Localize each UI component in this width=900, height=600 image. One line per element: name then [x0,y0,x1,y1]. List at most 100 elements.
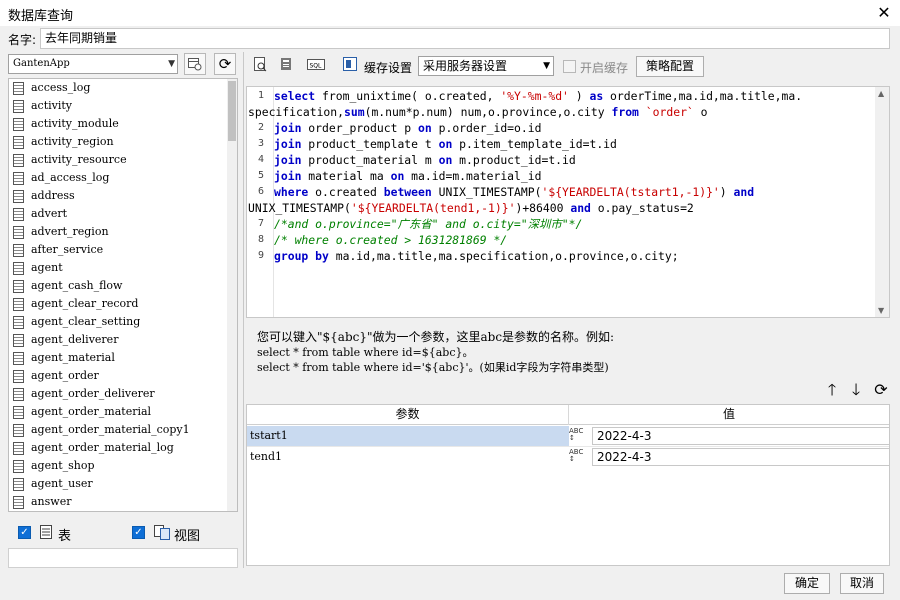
table-icon [13,333,24,347]
table-icon [13,243,24,257]
table-icon [13,459,24,473]
table-icon [13,297,24,311]
table-icon [13,369,24,383]
table-icon [13,135,24,149]
table-icon [13,189,24,203]
table-list-item[interactable]: activity_region [9,133,227,151]
close-icon[interactable]: ✕ [870,0,898,26]
table-name: agent_deliverer [31,333,119,346]
table-name: agent_order [31,369,99,382]
table-list-item[interactable]: after_service [9,241,227,259]
table-list-item[interactable]: activity [9,97,227,115]
database-select[interactable]: GantenApp ▼ [8,54,178,74]
enable-cache-checkbox[interactable] [563,60,576,73]
param-row[interactable]: tstart1 ABC ↕ 2022-4-3 [247,426,890,446]
format-sql-icon[interactable] [276,56,296,76]
show-tables-checkbox[interactable]: ✓ [18,526,31,539]
cache-mode-select[interactable]: 采用服务器设置 ▼ [418,56,554,76]
table-list-item[interactable]: agent_order_material [9,403,227,421]
param-hint-line2: select * from table where id=${abc}。 [257,346,474,359]
filter-tables-button[interactable] [184,53,206,75]
table-name: activity_module [31,117,119,130]
table-list-item[interactable]: advert_region [9,223,227,241]
table-list-item[interactable]: activity_resource [9,151,227,169]
table-icon [13,315,24,329]
view-icon [153,523,171,541]
enable-cache-label: 开启缓存 [580,61,629,75]
table-filter-icon [188,58,202,71]
table-icon [13,477,24,491]
check-sql-icon[interactable] [250,56,270,76]
cache-settings-icon[interactable] [340,56,360,76]
refresh-params-icon[interactable]: ⟳ [871,380,891,400]
show-views-checkbox[interactable]: ✓ [132,526,145,539]
table-list-item[interactable]: agent_order [9,367,227,385]
table-list-item[interactable]: agent_order_deliverer [9,385,227,403]
param-name: tstart1 [247,426,569,446]
table-list-item[interactable]: agent_cash_flow [9,277,227,295]
table-list-item[interactable]: agent_clear_record [9,295,227,313]
move-down-icon[interactable]: 🡓 [846,380,866,400]
table-name: advert [31,207,68,220]
table-icon [13,495,24,509]
table-list-item[interactable]: answer [9,493,227,511]
table-list-item[interactable]: agent [9,259,227,277]
table-name: advert_region [31,225,109,238]
table-list-item[interactable]: agent_deliverer [9,331,227,349]
param-value-header[interactable]: 值 [569,405,889,425]
param-value-input[interactable]: 2022-4-3 [592,448,890,466]
param-row[interactable]: tend1 ABC ↕ 2022-4-3 [247,446,890,466]
param-name: tend1 [250,450,283,463]
table-icon [13,441,24,455]
table-search-input[interactable] [8,548,238,568]
table-icon [13,351,24,365]
table-icon [13,153,24,167]
table-name: agent [31,261,63,274]
cancel-button[interactable]: 取消 [840,573,884,594]
table-list-item[interactable]: access_log [9,79,227,97]
params-grid: 参数 值 tstart1 ABC ↕ 2022-4-3 tend1 ABC ↕ 20… [246,404,890,566]
type-abc-icon[interactable]: ABC ↕ [569,449,589,465]
table-icon [13,99,24,113]
table-name: activity_resource [31,153,127,166]
param-value-input[interactable]: 2022-4-3 [592,427,890,445]
table-list-item[interactable]: activity_module [9,115,227,133]
move-up-icon[interactable]: 🡑 [822,380,842,400]
table-list-item[interactable]: agent_material [9,349,227,367]
table-list-item[interactable]: advert [9,205,227,223]
table-list-item[interactable]: agent_clear_setting [9,313,227,331]
table-list-item[interactable]: agent_order_material_copy1 [9,421,227,439]
table-icon [13,81,24,95]
sql-editor[interactable]: 1 select from_unixtime( o.created, '%Y-%… [246,86,890,318]
table-list: access_log activity activity_moduleactivit… [9,79,227,511]
param-name-header[interactable]: 参数 [247,405,569,425]
window-title: 数据库查询 [8,9,74,24]
table-name: agent_cash_flow [31,279,123,292]
table-name: address [31,189,75,202]
ok-button[interactable]: 确定 [784,573,830,594]
table-icon [13,387,24,401]
sql-icon[interactable]: SQL [306,56,326,76]
refresh-tables-button[interactable]: ⟳ [214,53,236,75]
scrollbar-thumb[interactable] [228,81,236,141]
table-list-item[interactable]: agent_order_material_log [9,439,227,457]
table-icon [39,524,53,540]
database-select-value: GantenApp [13,58,70,69]
svg-text:SQL: SQL [310,63,323,70]
table-list-item[interactable]: agent_shop [9,457,227,475]
table-name: activity [31,99,73,112]
splitter[interactable] [243,52,244,568]
table-list-item[interactable]: ad_access_log [9,169,227,187]
table-icon [13,117,24,131]
table-list-item[interactable]: address [9,187,227,205]
editor-scrollbar[interactable]: ▲ ▼ [875,87,889,317]
table-name: agent_clear_setting [31,315,141,328]
name-input[interactable]: 去年同期销量 [40,28,890,49]
strategy-config-button[interactable]: 策略配置 [636,56,704,77]
chevron-down-icon: ▼ [543,61,550,71]
table-name: agent_order_material [31,405,152,418]
param-hint-line1: 您可以键入"${abc}"做为一个参数，这里abc是参数的名称。例如: [257,330,615,344]
type-abc-icon[interactable]: ABC ↕ [569,428,589,444]
table-list-item[interactable]: agent_user [9,475,227,493]
table-list-scrollbar[interactable] [227,79,237,511]
